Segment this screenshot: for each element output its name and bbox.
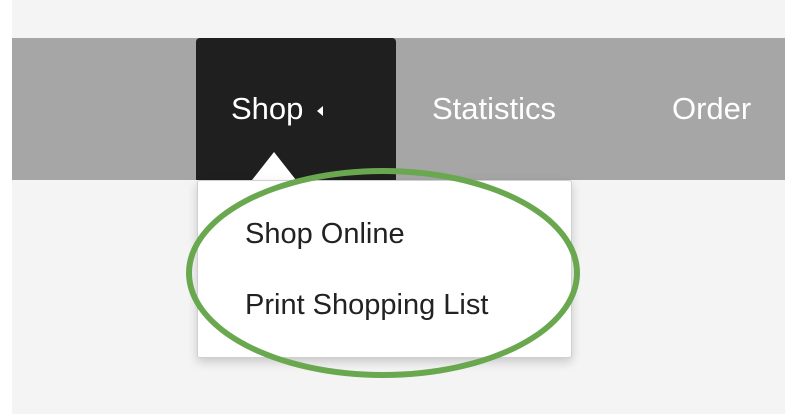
nav-item-order[interactable]: Order <box>672 38 751 180</box>
dropdown-pointer <box>252 152 296 180</box>
nav-item-statistics[interactable]: Statistics <box>432 38 556 180</box>
nav-item-shop-label: Shop <box>231 91 304 126</box>
nav-item-shop[interactable]: Shop <box>196 38 396 180</box>
menu-item-print-shopping-list[interactable]: Print Shopping List <box>245 289 488 322</box>
nav-item-statistics-label: Statistics <box>432 91 557 126</box>
caret-left-icon <box>317 106 324 116</box>
nav-item-order-label: Order <box>672 91 752 126</box>
menu-item-shop-online[interactable]: Shop Online <box>245 218 405 251</box>
main-nav-bar <box>12 38 785 180</box>
shop-dropdown-menu: Shop Online Print Shopping List <box>197 180 572 358</box>
